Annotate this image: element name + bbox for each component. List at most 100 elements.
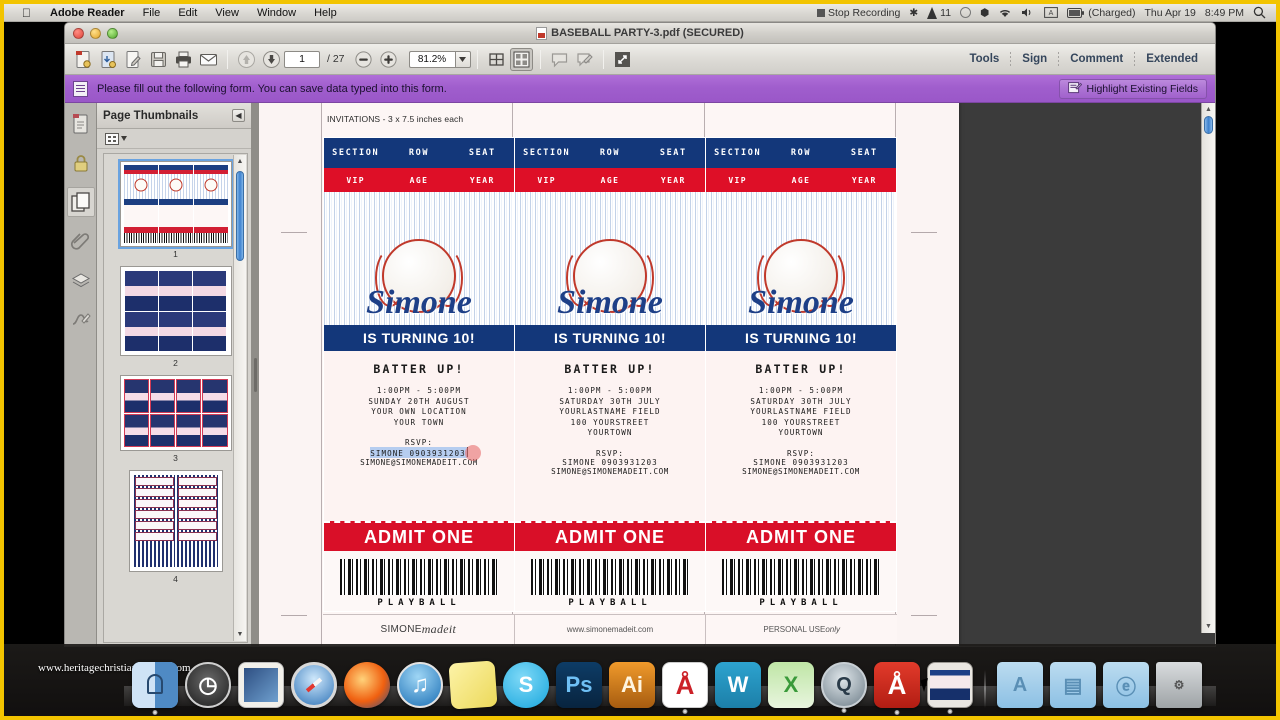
- window-title-bar[interactable]: BASEBALL PARTY-3.pdf (SECURED): [65, 23, 1215, 44]
- spotlight-search-icon[interactable]: [1253, 6, 1266, 19]
- previous-page-button[interactable]: [235, 48, 258, 71]
- ticket-rsvp-phone-field[interactable]: SIMONE 0903931203: [370, 445, 481, 461]
- sidebar-icon-attachments-page[interactable]: [67, 109, 95, 139]
- fit-width-button[interactable]: [485, 48, 508, 71]
- extended-button[interactable]: Extended: [1135, 53, 1209, 65]
- page-thumbnail-3[interactable]: [119, 375, 232, 451]
- list-item[interactable]: 2: [104, 266, 247, 375]
- dock-item-quicktime[interactable]: Q: [821, 662, 867, 708]
- document-scrollbar-thumb[interactable]: [1204, 116, 1213, 134]
- document-vertical-scrollbar[interactable]: ▲ ▼: [1201, 103, 1215, 633]
- dock-item-finder[interactable]: [132, 662, 178, 708]
- dropbox-icon[interactable]: ✱: [909, 7, 918, 19]
- scroll-down-arrow-icon[interactable]: ▼: [234, 628, 246, 641]
- dock-item-safari[interactable]: [291, 662, 337, 708]
- scroll-down-arrow-icon[interactable]: ▼: [1202, 620, 1215, 633]
- dock-item-applications-folder[interactable]: A: [997, 662, 1043, 708]
- thumbnails-scrollbar-thumb[interactable]: [236, 171, 244, 261]
- dock-item-excel[interactable]: X: [768, 662, 814, 708]
- panel-splitter[interactable]: [252, 103, 259, 646]
- sidebar-icon-layers[interactable]: [67, 265, 95, 295]
- sign-button[interactable]: Sign: [1011, 53, 1058, 65]
- ticket-header-row-label: ROW: [408, 148, 430, 158]
- sidebar-icon-security[interactable]: [67, 148, 95, 178]
- page-thumbnail-2[interactable]: [119, 266, 232, 356]
- options-menu-button[interactable]: [105, 132, 127, 145]
- list-item[interactable]: 4: [104, 470, 247, 591]
- stop-recording-icon: [816, 8, 825, 17]
- save-button[interactable]: [147, 48, 170, 71]
- comment-panel-button[interactable]: Comment: [1059, 53, 1134, 65]
- bluetooth-icon[interactable]: ⬢: [980, 7, 989, 19]
- dock-item-adobe-reader[interactable]: Å: [874, 662, 920, 708]
- sidebar-icon-signatures[interactable]: [67, 304, 95, 334]
- fit-page-button[interactable]: [509, 47, 533, 71]
- dock-item-acrobat[interactable]: Å: [662, 662, 708, 708]
- list-item[interactable]: 3: [104, 375, 247, 470]
- ticket-rsvp-phone-field[interactable]: SIMONE 0903931203: [562, 458, 658, 467]
- markup-tool-button[interactable]: [573, 48, 596, 71]
- menu-item-window[interactable]: Window: [248, 7, 305, 19]
- dock-item-itunes[interactable]: ♫: [397, 662, 443, 708]
- barcode-icon: [722, 559, 880, 595]
- dock-item-photoshop[interactable]: Ps: [556, 662, 602, 708]
- next-page-button[interactable]: [260, 48, 283, 71]
- sidebar-icon-page-thumbnails[interactable]: [66, 187, 95, 217]
- ticket-rsvp-phone-field[interactable]: SIMONE 0903931203: [753, 458, 849, 467]
- print-button[interactable]: [172, 48, 195, 71]
- list-item[interactable]: 1: [104, 154, 247, 266]
- fullscreen-button[interactable]: [611, 48, 634, 71]
- dock-item-screenshot-window[interactable]: [927, 662, 973, 708]
- dock-item-illustrator[interactable]: Ai: [609, 662, 655, 708]
- tools-button[interactable]: Tools: [958, 53, 1010, 65]
- wifi-icon[interactable]: [998, 7, 1012, 18]
- ticket-street: 100 YOURSTREET: [761, 417, 841, 427]
- input-source-icon[interactable]: A: [1044, 7, 1059, 18]
- thumbnails-scrollbar[interactable]: ▲ ▼: [233, 155, 246, 641]
- email-button[interactable]: [197, 48, 220, 71]
- dock-item-word[interactable]: W: [715, 662, 761, 708]
- sidebar-icon-attachments[interactable]: [67, 226, 95, 256]
- dock-item-downloads-folder[interactable]: ⓔ: [1103, 662, 1149, 708]
- dock-item-documents-folder[interactable]: ▤: [1050, 662, 1096, 708]
- notification-count-status[interactable]: 11: [927, 6, 951, 19]
- ticket-subheader-vip: VIP: [537, 175, 556, 185]
- battery-status[interactable]: (Charged): [1067, 7, 1136, 19]
- menu-item-edit[interactable]: Edit: [169, 7, 206, 19]
- comment-tool-button[interactable]: [548, 48, 571, 71]
- dock-item-firefox[interactable]: [344, 662, 390, 708]
- dock-item-skype[interactable]: S: [503, 662, 549, 708]
- menu-item-file[interactable]: File: [134, 7, 170, 19]
- edit-pdf-button[interactable]: [122, 48, 145, 71]
- dock-item-stickies[interactable]: [448, 660, 498, 710]
- page-thumbnails-list[interactable]: 1 2 3 4 ▲ ▼: [103, 153, 248, 643]
- menu-item-help[interactable]: Help: [305, 7, 346, 19]
- create-pdf-button[interactable]: [72, 48, 95, 71]
- stop-recording-status[interactable]: Stop Recording: [816, 7, 900, 19]
- menu-item-app-name[interactable]: Adobe Reader: [41, 7, 134, 19]
- page-number-input[interactable]: 1: [284, 50, 320, 68]
- menu-bar-time[interactable]: 8:49 PM: [1205, 7, 1244, 19]
- scroll-up-arrow-icon[interactable]: ▲: [1202, 103, 1215, 116]
- zoom-level-input[interactable]: 81.2%: [408, 50, 455, 68]
- highlight-existing-fields-button[interactable]: Highlight Existing Fields: [1058, 78, 1207, 99]
- collapse-panel-icon[interactable]: ◀: [232, 109, 245, 122]
- dock-item-trash[interactable]: ⚙: [1156, 662, 1202, 708]
- page-thumbnail-4[interactable]: [128, 470, 223, 572]
- volume-icon[interactable]: [1021, 7, 1035, 18]
- menu-bar-date[interactable]: Thu Apr 19: [1145, 7, 1196, 19]
- time-machine-icon[interactable]: [960, 7, 972, 18]
- dock-item-mail[interactable]: [238, 662, 284, 708]
- apple-icon[interactable]: : [22, 7, 31, 19]
- zoom-in-button[interactable]: [377, 48, 400, 71]
- zoom-out-button[interactable]: [352, 48, 375, 71]
- zoom-dropdown-button[interactable]: [454, 50, 471, 68]
- mac-menu-bar:  Adobe Reader File Edit View Window Hel…: [4, 4, 1276, 22]
- scroll-up-arrow-icon[interactable]: ▲: [234, 155, 246, 168]
- dock-item-time-machine[interactable]: ◷: [185, 662, 231, 708]
- open-file-button[interactable]: [97, 48, 120, 71]
- footer-website: www.simonemadeit.com: [513, 615, 706, 644]
- document-viewer[interactable]: INVITATIONS - 3 x 7.5 inches each SECTIO…: [259, 103, 1215, 646]
- page-thumbnail-1[interactable]: [117, 159, 234, 249]
- menu-item-view[interactable]: View: [206, 7, 248, 19]
